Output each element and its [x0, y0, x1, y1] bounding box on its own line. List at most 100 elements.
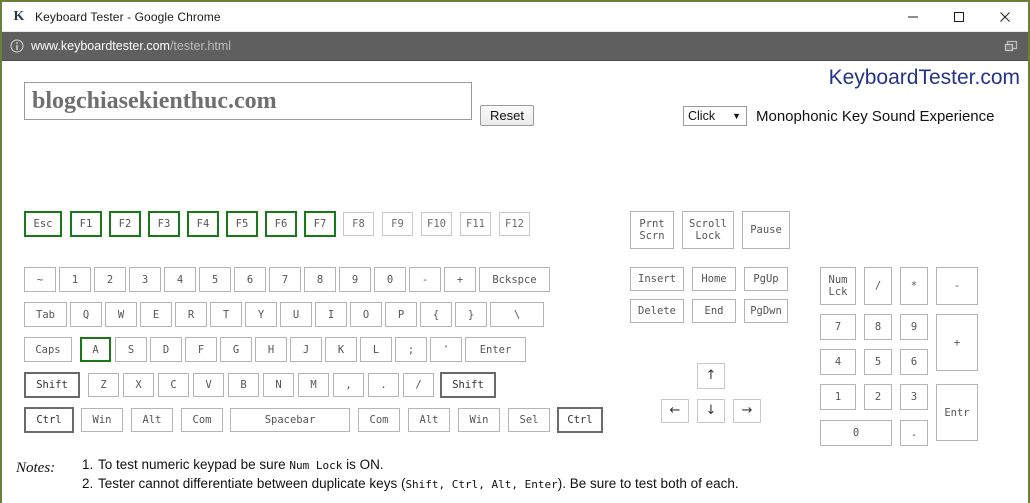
minimize-icon[interactable] [890, 2, 936, 31]
key-numpad-dot[interactable]: . [900, 420, 928, 446]
key-arrow-up[interactable]: ↑ [697, 363, 725, 389]
key-letter-k[interactable]: K [325, 337, 357, 362]
key-letter-n[interactable]: N [263, 373, 294, 397]
key-tilde[interactable]: ~ [24, 267, 56, 292]
key-letter-p[interactable]: P [385, 302, 417, 327]
key-letter-f[interactable]: F [185, 337, 217, 362]
key-shift-left[interactable]: Shift [24, 372, 80, 398]
key-pause[interactable]: Pause [742, 211, 790, 249]
key-digit-6[interactable]: 6 [234, 267, 266, 292]
key-print-screen[interactable]: Prnt Scrn [630, 211, 674, 249]
key-numpad-mul[interactable]: * [900, 267, 928, 305]
key-arrow-left[interactable]: ← [661, 399, 689, 423]
key-arrow-down[interactable]: ↓ [697, 399, 725, 423]
key-f3[interactable]: F3 [148, 211, 180, 237]
key-pgup[interactable]: PgUp [744, 267, 788, 291]
key-enter[interactable]: Enter [465, 337, 526, 362]
key-alt-right[interactable]: Alt [408, 408, 450, 432]
key-letter-y[interactable]: Y [245, 302, 277, 327]
key-letter-c[interactable]: C [158, 373, 189, 397]
key-letter-l[interactable]: L [360, 337, 392, 362]
key-letter-j[interactable]: J [290, 337, 322, 362]
key-letter-v[interactable]: V [193, 373, 224, 397]
key-letter-h[interactable]: H [255, 337, 287, 362]
key-minus[interactable]: - [409, 267, 441, 292]
key-letter-o[interactable]: O [350, 302, 382, 327]
key-digit-3[interactable]: 3 [129, 267, 161, 292]
key-scroll-lock[interactable]: Scroll Lock [682, 211, 734, 249]
sound-select[interactable]: Click ▼ [683, 106, 747, 126]
maximize-icon[interactable] [936, 2, 982, 31]
key-tab[interactable]: Tab [24, 302, 67, 327]
key-pgdwn[interactable]: PgDwn [744, 299, 788, 323]
key-ctrl-right[interactable]: Ctrl [557, 407, 603, 433]
key-digit-9[interactable]: 9 [339, 267, 371, 292]
key-digit-8[interactable]: 8 [304, 267, 336, 292]
key-numpad-7[interactable]: 7 [820, 314, 856, 340]
key-bracket-left[interactable]: { [420, 302, 452, 327]
url-text[interactable]: www.keyboardtester.com/tester.html [31, 39, 231, 53]
key-f4[interactable]: F4 [187, 211, 219, 237]
reset-button[interactable]: Reset [480, 105, 534, 126]
close-icon[interactable] [982, 2, 1028, 31]
key-numpad-div[interactable]: / [864, 267, 892, 305]
key-letter-b[interactable]: B [228, 373, 259, 397]
key-delete[interactable]: Delete [630, 299, 684, 323]
key-letter-q[interactable]: Q [70, 302, 102, 327]
key-period[interactable]: . [368, 373, 399, 397]
key-f8[interactable]: F8 [343, 212, 374, 236]
key-letter-m[interactable]: M [298, 373, 329, 397]
key-f12[interactable]: F12 [499, 212, 530, 236]
key-numpad-2[interactable]: 2 [864, 384, 892, 410]
key-digit-0[interactable]: 0 [374, 267, 406, 292]
key-ctrl-left[interactable]: Ctrl [24, 407, 74, 433]
key-esc[interactable]: Esc [24, 211, 62, 237]
key-digit-5[interactable]: 5 [199, 267, 231, 292]
key-letter-s[interactable]: S [115, 337, 147, 362]
key-shift-right[interactable]: Shift [440, 372, 496, 398]
key-com-right[interactable]: Com [358, 408, 400, 432]
key-numpad-6[interactable]: 6 [900, 349, 928, 375]
key-letter-z[interactable]: Z [88, 373, 119, 397]
key-digit-7[interactable]: 7 [269, 267, 301, 292]
key-f11[interactable]: F11 [460, 212, 491, 236]
key-numpad-3[interactable]: 3 [900, 384, 928, 410]
key-f10[interactable]: F10 [421, 212, 452, 236]
key-f6[interactable]: F6 [265, 211, 297, 237]
key-numpad-sub[interactable]: - [936, 267, 978, 305]
key-letter-w[interactable]: W [105, 302, 137, 327]
key-backspace[interactable]: Bckspce [479, 267, 550, 292]
key-win-right[interactable]: Win [458, 408, 500, 432]
key-spacebar[interactable]: Spacebar [230, 408, 350, 432]
key-numpad-entr[interactable]: Entr [936, 384, 978, 441]
key-letter-e[interactable]: E [140, 302, 172, 327]
key-letter-x[interactable]: X [123, 373, 154, 397]
key-caps[interactable]: Caps [24, 337, 72, 362]
key-letter-d[interactable]: D [150, 337, 182, 362]
key-quote[interactable]: ' [430, 337, 462, 362]
key-com-left[interactable]: Com [181, 408, 223, 432]
key-numpad-0[interactable]: 0 [820, 420, 892, 446]
key-plus[interactable]: + [444, 267, 476, 292]
key-insert[interactable]: Insert [630, 267, 684, 291]
key-f7[interactable]: F7 [304, 211, 336, 237]
key-numpad-8[interactable]: 8 [864, 314, 892, 340]
key-letter-a[interactable]: A [80, 337, 111, 362]
key-digit-1[interactable]: 1 [59, 267, 91, 292]
key-letter-g[interactable]: G [220, 337, 252, 362]
key-comma[interactable]: , [333, 373, 364, 397]
key-arrow-right[interactable]: → [733, 399, 761, 423]
key-alt-left[interactable]: Alt [131, 408, 173, 432]
cast-icon[interactable] [1003, 37, 1021, 55]
key-f2[interactable]: F2 [109, 211, 141, 237]
key-home[interactable]: Home [692, 267, 736, 291]
info-icon[interactable] [10, 39, 24, 53]
key-num-lock[interactable]: Num Lck [820, 267, 856, 305]
key-letter-u[interactable]: U [280, 302, 312, 327]
key-f5[interactable]: F5 [226, 211, 258, 237]
typing-textarea[interactable] [24, 82, 472, 120]
key-slash[interactable]: / [403, 373, 434, 397]
key-end[interactable]: End [692, 299, 736, 323]
key-letter-r[interactable]: R [175, 302, 207, 327]
key-f9[interactable]: F9 [382, 212, 413, 236]
